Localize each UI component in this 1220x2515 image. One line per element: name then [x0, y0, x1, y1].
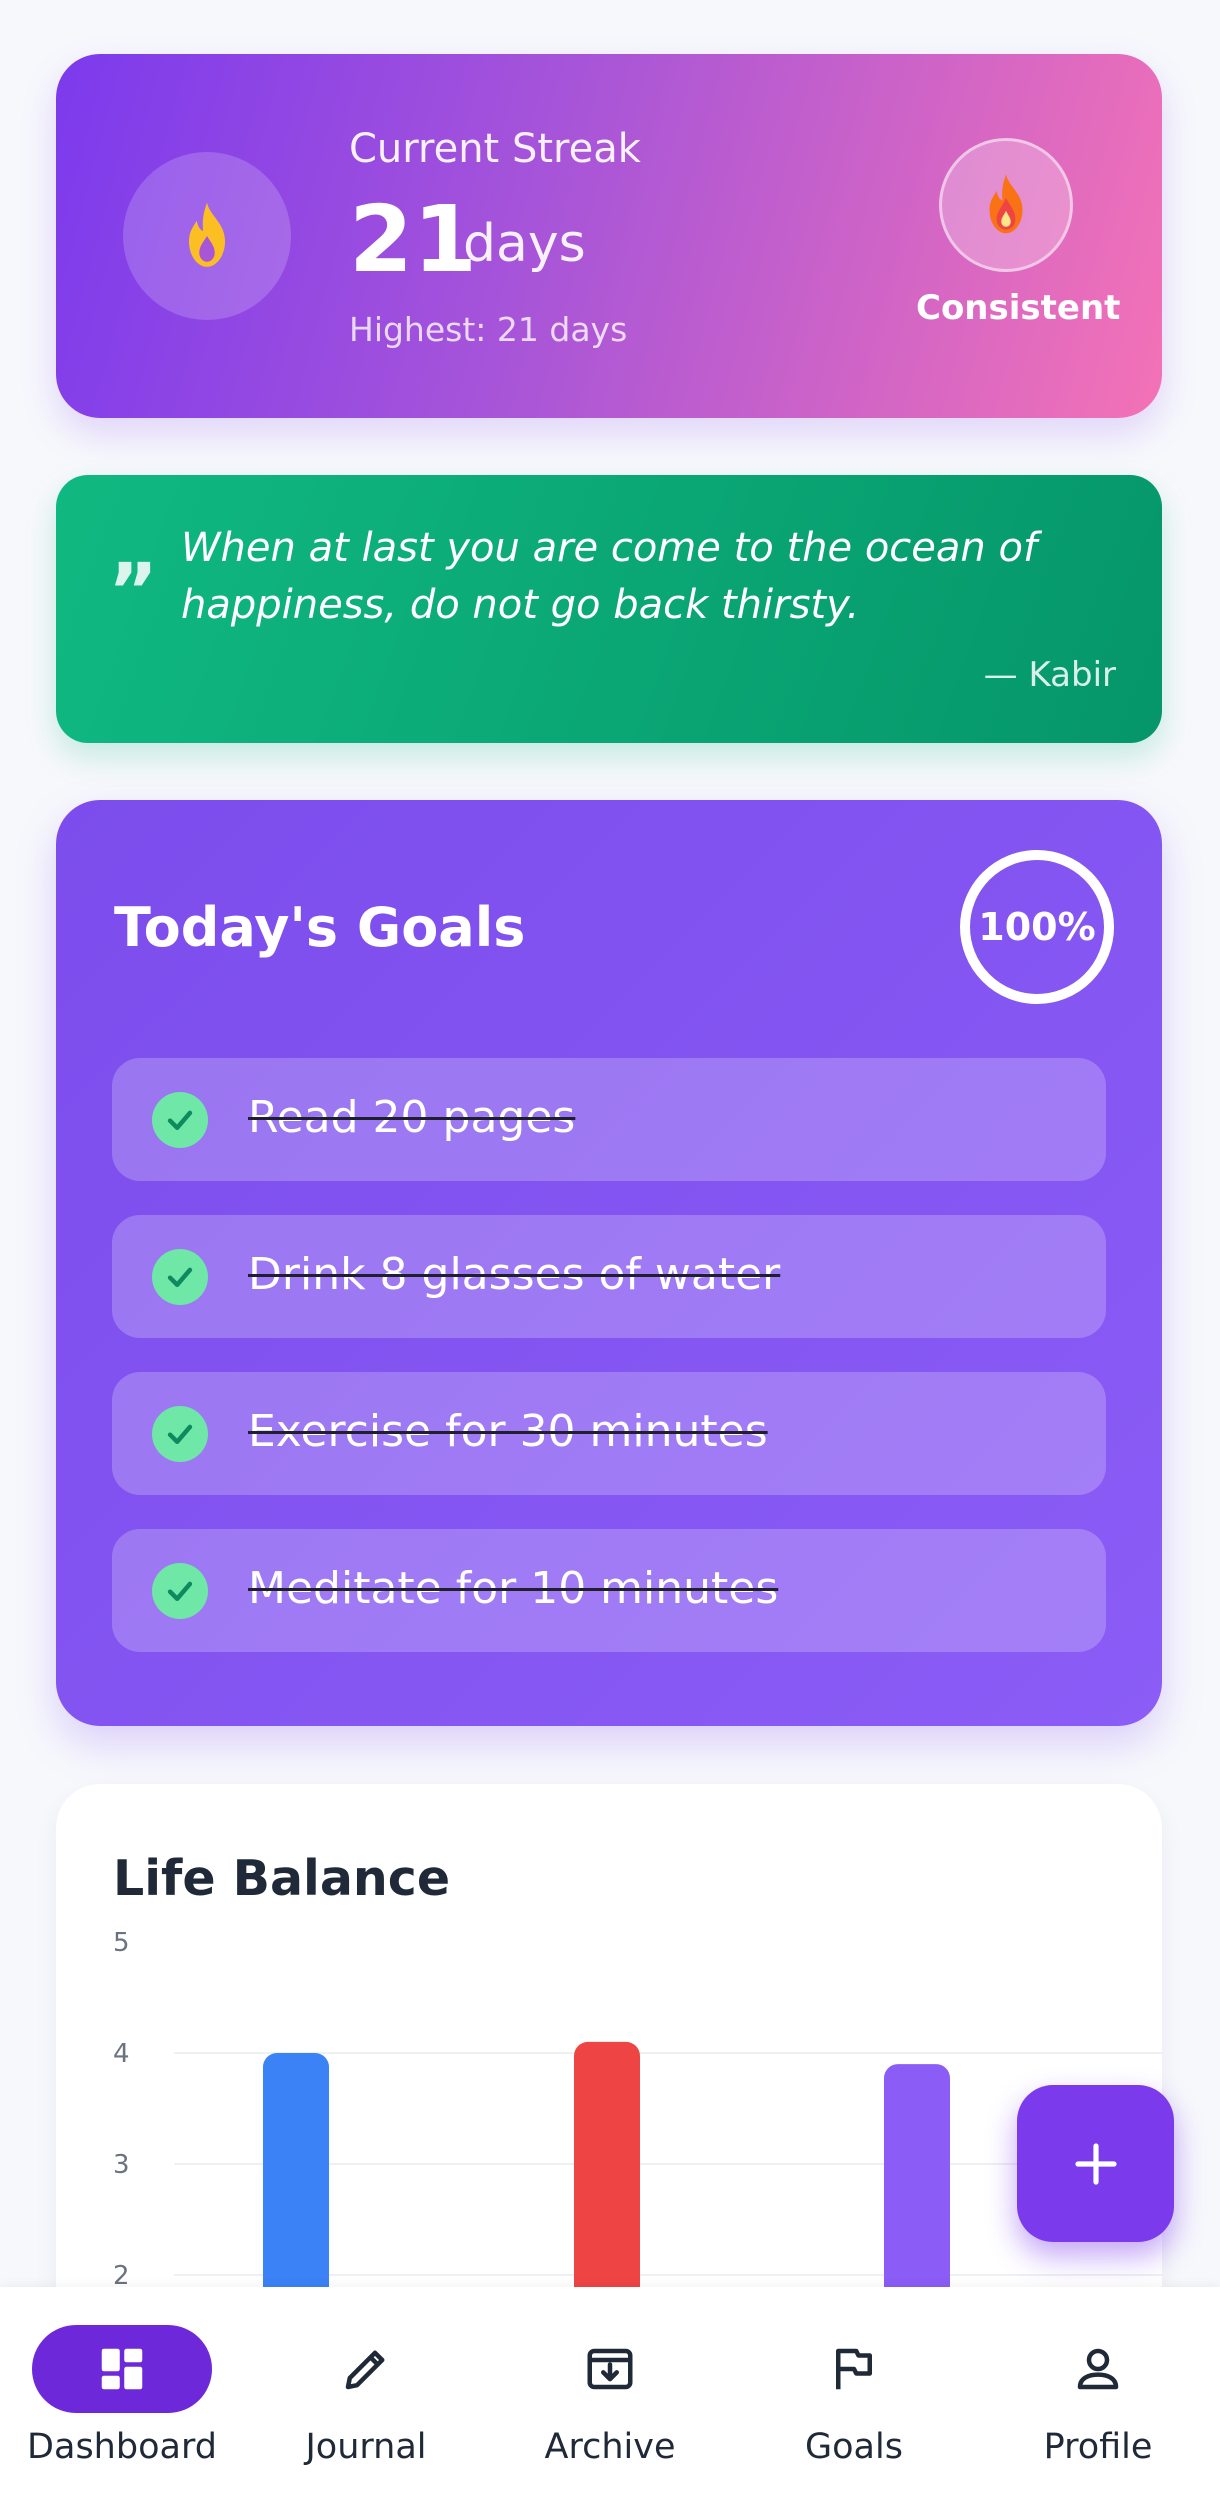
- goals-title: Today's Goals: [114, 896, 526, 959]
- streak-card: Current Streak 21 days Highest: 21 days …: [56, 54, 1162, 418]
- life-balance-title: Life Balance: [113, 1850, 451, 1907]
- goal-label: Read 20 pages: [248, 1092, 576, 1143]
- nav-item-dashboard[interactable]: Dashboard: [0, 2325, 244, 2515]
- streak-unit: days: [463, 214, 586, 274]
- streak-count: 21: [349, 186, 478, 293]
- nav-label: Goals: [805, 2427, 903, 2467]
- check-icon[interactable]: [152, 1249, 208, 1305]
- add-button[interactable]: [1017, 2085, 1174, 2242]
- goal-item[interactable]: Meditate for 10 minutes: [112, 1529, 1106, 1652]
- y-tick-label: 3: [113, 2150, 130, 2180]
- goal-label: Meditate for 10 minutes: [248, 1563, 779, 1614]
- consistent-badge: [939, 138, 1073, 272]
- streak-highest: Highest: 21 days: [349, 310, 628, 349]
- goal-item[interactable]: Exercise for 30 minutes: [112, 1372, 1106, 1495]
- todays-goals-card: Today's Goals 100% Read 20 pages Drink 8…: [56, 800, 1162, 1726]
- nav-label: Journal: [305, 2427, 427, 2467]
- goal-item[interactable]: Read 20 pages: [112, 1058, 1106, 1181]
- plus-icon: [1074, 2142, 1117, 2185]
- y-tick-label: 4: [113, 2039, 130, 2069]
- bottom-nav: Dashboard Journal Archive Goals Profile: [0, 2287, 1220, 2515]
- quote-text: When at last you are come to the ocean o…: [181, 525, 1038, 628]
- quote-author: — Kabir: [983, 655, 1116, 695]
- badge-label: Consistent: [916, 288, 1121, 328]
- quote-card: ” When at last you are come to the ocean…: [56, 475, 1162, 743]
- dashboard-icon: [101, 2348, 143, 2390]
- fire-emoji-icon: [989, 174, 1023, 234]
- flag-icon: [836, 2348, 872, 2390]
- streak-flame-badge: [123, 152, 291, 320]
- goal-label: Drink 8 glasses of water: [248, 1249, 781, 1300]
- nav-label: Profile: [1043, 2427, 1153, 2467]
- y-tick-label: 5: [113, 1928, 130, 1958]
- nav-item-goals[interactable]: Goals: [732, 2325, 976, 2515]
- goals-progress-ring: 100%: [960, 850, 1114, 1004]
- goal-label: Exercise for 30 minutes: [248, 1406, 768, 1457]
- pencil-icon: [345, 2350, 385, 2390]
- nav-label: Archive: [544, 2427, 676, 2467]
- nav-item-archive[interactable]: Archive: [488, 2325, 732, 2515]
- flame-icon: [189, 202, 225, 267]
- nav-item-profile[interactable]: Profile: [976, 2325, 1220, 2515]
- check-icon[interactable]: [152, 1563, 208, 1619]
- quote-mark-icon: ”: [108, 546, 158, 635]
- nav-label: Dashboard: [27, 2427, 217, 2467]
- archive-icon: [587, 2348, 633, 2390]
- streak-label: Current Streak: [349, 126, 641, 172]
- goal-item[interactable]: Drink 8 glasses of water: [112, 1215, 1106, 1338]
- nav-item-journal[interactable]: Journal: [244, 2325, 488, 2515]
- check-icon[interactable]: [152, 1092, 208, 1148]
- person-icon: [1077, 2348, 1119, 2390]
- check-icon[interactable]: [152, 1406, 208, 1462]
